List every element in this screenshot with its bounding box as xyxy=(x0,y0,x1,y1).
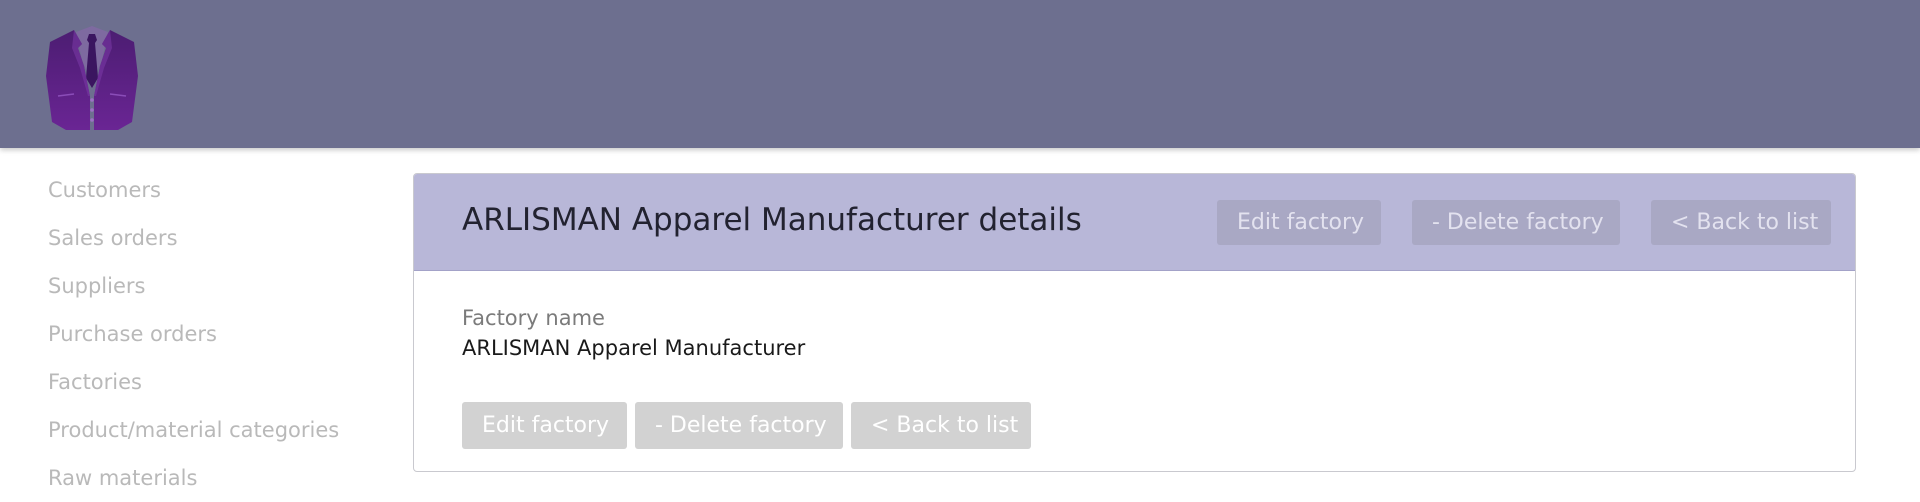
sidebar-item-suppliers[interactable]: Suppliers xyxy=(48,262,368,310)
sidebar-item-raw-materials[interactable]: Raw materials xyxy=(48,454,368,502)
sidebar-nav: Customers Sales orders Suppliers Purchas… xyxy=(48,166,368,502)
page-title: ARLISMAN Apparel Manufacturer details xyxy=(462,202,1082,238)
factory-name-value: ARLISMAN Apparel Manufacturer xyxy=(462,336,806,360)
panel-header: ARLISMAN Apparel Manufacturer details Ed… xyxy=(414,174,1855,271)
delete-factory-button[interactable]: - Delete factory xyxy=(635,402,843,449)
header-delete-factory-button[interactable]: - Delete factory xyxy=(1412,200,1620,245)
sidebar-item-purchase-orders[interactable]: Purchase orders xyxy=(48,310,368,358)
sidebar-item-sales-orders[interactable]: Sales orders xyxy=(48,214,368,262)
sidebar-item-customers[interactable]: Customers xyxy=(48,166,368,214)
suit-jacket-icon[interactable] xyxy=(44,26,140,130)
edit-factory-button[interactable]: Edit factory xyxy=(462,402,627,449)
top-header-bar xyxy=(0,0,1920,148)
header-edit-factory-button[interactable]: Edit factory xyxy=(1217,200,1381,245)
back-to-list-button[interactable]: < Back to list xyxy=(851,402,1031,449)
factory-details-panel: ARLISMAN Apparel Manufacturer details Ed… xyxy=(413,173,1856,472)
sidebar-item-product-material-categories[interactable]: Product/material categories xyxy=(48,406,368,454)
sidebar-item-factories[interactable]: Factories xyxy=(48,358,368,406)
factory-name-label: Factory name xyxy=(462,306,605,330)
header-back-to-list-button[interactable]: < Back to list xyxy=(1651,200,1831,245)
